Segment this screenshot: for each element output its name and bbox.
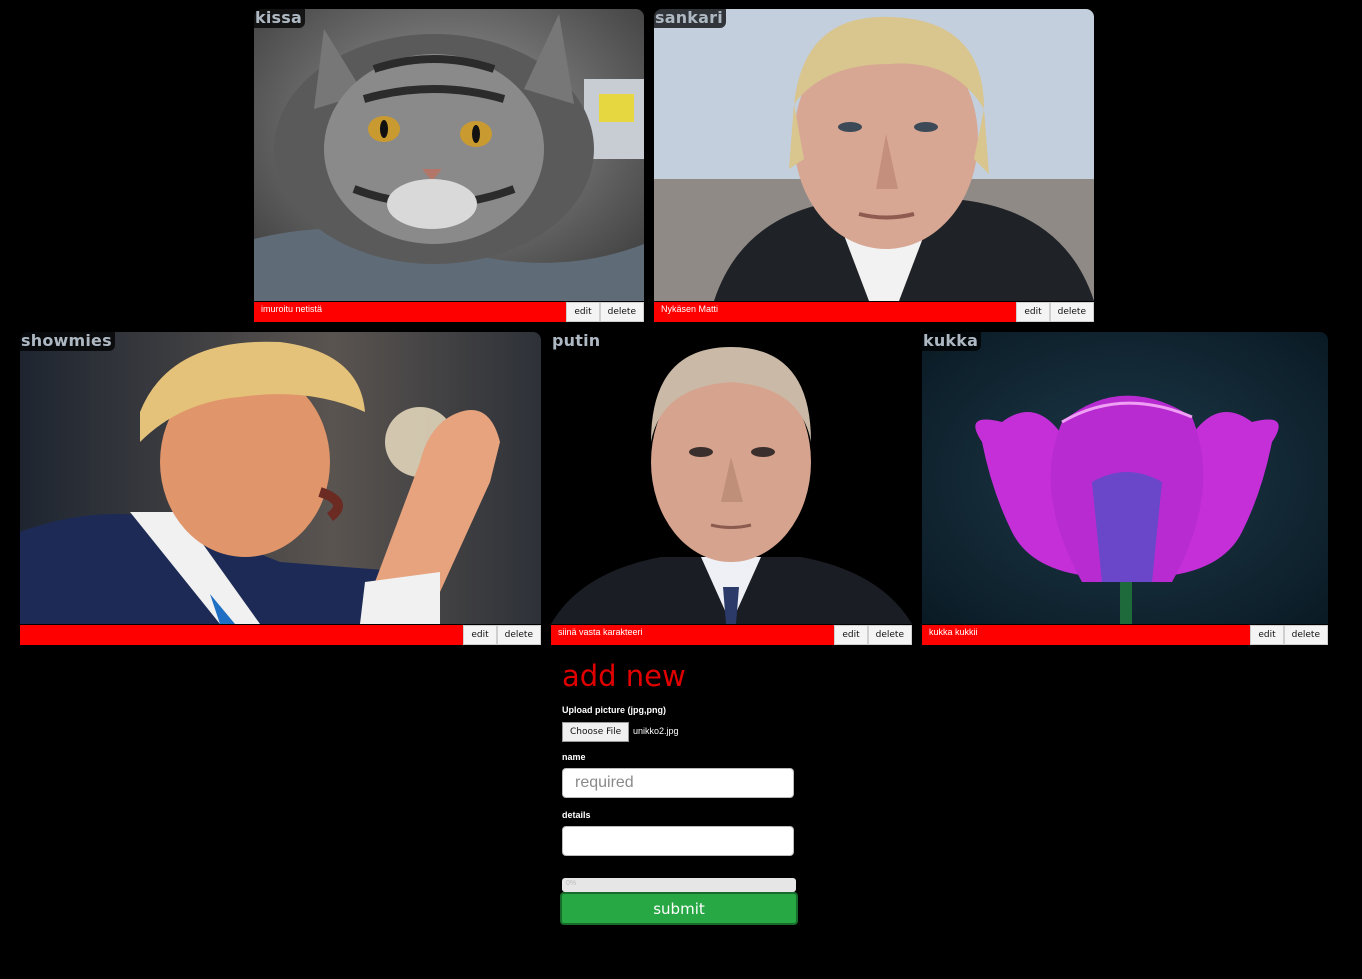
card-kukka: kukka kukka kukkii edit delete bbox=[922, 332, 1328, 645]
delete-button[interactable]: delete bbox=[496, 625, 541, 645]
edit-button[interactable]: edit bbox=[1016, 302, 1050, 322]
name-label: name bbox=[562, 752, 586, 762]
portrait-image bbox=[654, 9, 1094, 301]
delete-button[interactable]: delete bbox=[867, 625, 912, 645]
card-title: kukka bbox=[922, 332, 982, 351]
card-details: siinä vasta karakteeri bbox=[558, 627, 643, 637]
card-footer: Nykäsen Matti edit delete bbox=[654, 302, 1094, 322]
card-footer: imuroitu netistä edit delete bbox=[254, 302, 644, 322]
edit-button[interactable]: edit bbox=[566, 302, 600, 322]
progress-text: 0% bbox=[566, 880, 577, 887]
edit-button[interactable]: edit bbox=[834, 625, 868, 645]
portrait-image bbox=[551, 332, 912, 624]
flower-image bbox=[922, 332, 1328, 624]
card-title: kissa bbox=[254, 9, 305, 28]
card-details: kukka kukkii bbox=[929, 627, 978, 637]
card-details: Nykäsen Matti bbox=[661, 304, 719, 314]
delete-button[interactable]: delete bbox=[1283, 625, 1328, 645]
card-footer: siinä vasta karakteeri edit delete bbox=[551, 625, 912, 645]
delete-button[interactable]: delete bbox=[599, 302, 644, 322]
card-title: showmies bbox=[20, 332, 115, 351]
details-input[interactable] bbox=[562, 826, 794, 856]
card-sankari: sankari Nykäsen Matti edit delete bbox=[654, 9, 1094, 322]
edit-button[interactable]: edit bbox=[1250, 625, 1284, 645]
card-title: sankari bbox=[654, 9, 726, 28]
add-new-form: add new Upload picture (jpg,png) Choose … bbox=[560, 656, 798, 925]
form-heading: add new bbox=[562, 659, 686, 693]
card-footer: kukka kukkii edit delete bbox=[922, 625, 1328, 645]
card-title: putin bbox=[551, 332, 604, 351]
name-input[interactable] bbox=[562, 768, 794, 798]
upload-progress-bar: 0% bbox=[562, 878, 796, 892]
cat-image bbox=[254, 9, 644, 301]
delete-button[interactable]: delete bbox=[1049, 302, 1094, 322]
upload-label: Upload picture (jpg,png) bbox=[562, 705, 666, 715]
submit-button[interactable]: submit bbox=[560, 892, 798, 925]
edit-button[interactable]: edit bbox=[463, 625, 497, 645]
card-details: imuroitu netistä bbox=[261, 304, 323, 314]
selected-file-name: unikko2.jpg bbox=[633, 726, 679, 736]
card-showmies: showmies edit delete bbox=[20, 332, 541, 645]
details-label: details bbox=[562, 810, 591, 820]
card-putin: putin siinä vasta karakteeri edit delete bbox=[551, 332, 912, 645]
choose-file-button[interactable]: Choose File bbox=[562, 722, 630, 742]
card-kissa: kissa imuroitu netistä edit delete bbox=[254, 9, 644, 322]
card-footer: edit delete bbox=[20, 625, 541, 645]
speaker-image bbox=[20, 332, 541, 624]
